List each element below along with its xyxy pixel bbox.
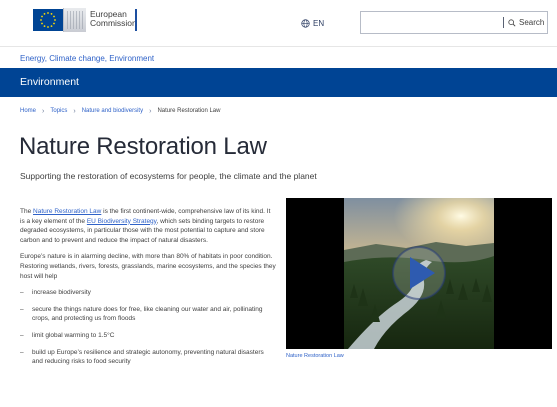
list-item: secure the things nature does for free, … bbox=[20, 305, 276, 324]
globe-icon bbox=[301, 18, 310, 28]
search-input[interactable] bbox=[361, 12, 509, 33]
search-form: Search bbox=[360, 11, 548, 34]
chevron-right-icon: › bbox=[42, 107, 45, 115]
eu-biodiversity-strategy-link[interactable]: EU Biodiversity Strategy bbox=[87, 218, 157, 225]
logo-divider bbox=[135, 9, 137, 31]
logo-wordmark: European Commission bbox=[90, 10, 137, 28]
breadcrumb-current: Nature Restoration Law bbox=[157, 108, 221, 114]
search-button-label: Search bbox=[519, 18, 545, 27]
intro-prefix: The bbox=[20, 208, 34, 215]
nature-restoration-law-link[interactable]: Nature Restoration Law bbox=[33, 208, 101, 215]
benefits-list: increase biodiversity secure the things … bbox=[20, 288, 276, 367]
video-player[interactable] bbox=[286, 198, 552, 349]
search-button[interactable]: Search bbox=[508, 12, 548, 33]
page-title: Nature Restoration Law bbox=[19, 133, 267, 160]
section-title[interactable]: Environment bbox=[20, 76, 79, 88]
video-thumbnail bbox=[286, 198, 552, 349]
video-caption: Nature Restoration Law bbox=[286, 353, 344, 359]
site-name-link[interactable]: Energy, Climate change, Environment bbox=[20, 54, 154, 63]
eu-flag-icon bbox=[33, 9, 63, 31]
list-item: build up Europe’s resilience and strateg… bbox=[20, 348, 276, 367]
chevron-right-icon: › bbox=[149, 107, 152, 115]
site-header: European Commission EN Search bbox=[0, 0, 557, 47]
magnifier-icon bbox=[508, 18, 516, 27]
list-item: limit global warming to 1.5°C bbox=[20, 331, 276, 341]
breadcrumb: Home › Topics › Nature and biodiversity … bbox=[20, 106, 220, 116]
breadcrumb-home[interactable]: Home bbox=[20, 108, 36, 114]
page-subtitle: Supporting the restoration of ecosystems… bbox=[20, 171, 317, 181]
language-selector[interactable]: EN bbox=[301, 16, 324, 30]
berlaymont-icon bbox=[63, 8, 86, 32]
decline-paragraph: Europe’s nature is in alarming decline, … bbox=[20, 253, 276, 280]
breadcrumb-nature-and-biodiversity[interactable]: Nature and biodiversity bbox=[82, 108, 143, 114]
breadcrumb-topics[interactable]: Topics bbox=[50, 108, 67, 114]
list-item: increase biodiversity bbox=[20, 288, 276, 298]
intro-paragraph: The Nature Restoration Law is the first … bbox=[20, 207, 276, 245]
language-label: EN bbox=[313, 18, 325, 28]
main-content: The Nature Restoration Law is the first … bbox=[20, 207, 276, 374]
chevron-right-icon: › bbox=[73, 107, 76, 115]
logo-line-2: Commission bbox=[90, 18, 137, 28]
search-divider bbox=[503, 17, 504, 28]
play-icon[interactable] bbox=[392, 246, 446, 300]
section-banner: Environment bbox=[0, 68, 557, 97]
european-commission-logo[interactable]: European Commission bbox=[33, 8, 139, 35]
